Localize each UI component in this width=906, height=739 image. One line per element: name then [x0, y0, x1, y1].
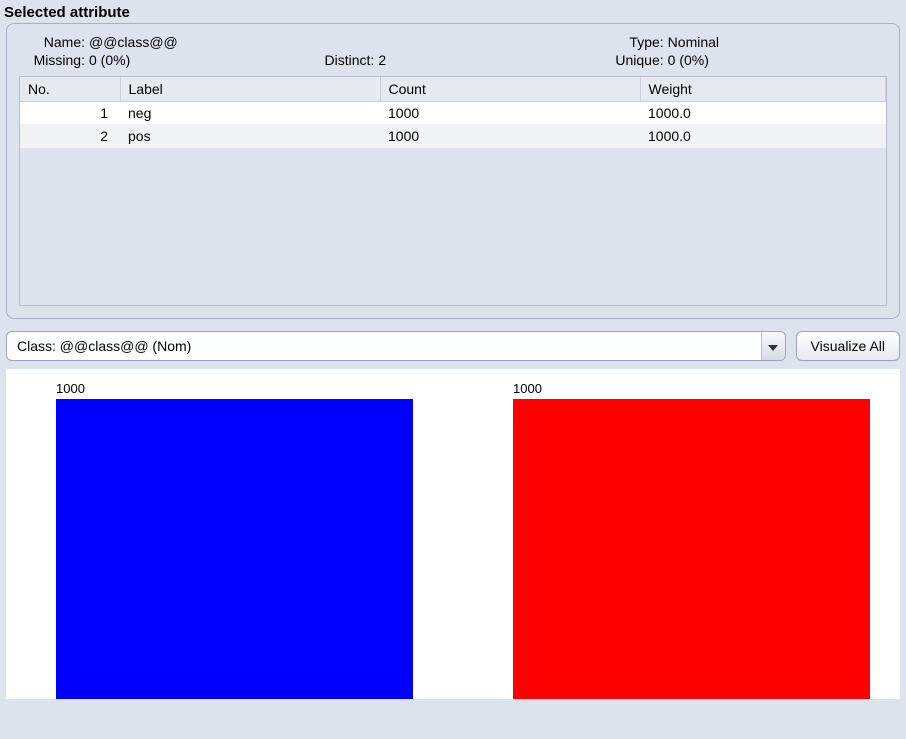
header-no[interactable]: No.	[20, 77, 120, 102]
meta-missing: Missing: 0 (0%)	[19, 52, 308, 68]
panel-title: Selected attribute	[0, 0, 906, 23]
header-count[interactable]: Count	[380, 77, 640, 102]
table-row[interactable]: 2 pos 1000 1000.0	[20, 125, 886, 148]
header-weight[interactable]: Weight	[640, 77, 886, 102]
attribute-table-container: No. Label Count Weight 1 neg 1000 1000.0…	[19, 76, 887, 306]
cell-weight: 1000.0	[640, 125, 886, 148]
meta-unique-value: 0 (0%)	[668, 52, 709, 68]
meta-distinct-label: Distinct:	[308, 52, 378, 68]
histogram-bar: 1000	[56, 399, 413, 699]
cell-no: 1	[20, 102, 120, 125]
meta-type: Type: Nominal	[598, 34, 887, 50]
visualize-all-label: Visualize All	[811, 338, 885, 354]
cell-label: neg	[120, 102, 380, 125]
cell-count: 1000	[380, 102, 640, 125]
table-row[interactable]: 1 neg 1000 1000.0	[20, 102, 886, 125]
bar-rect-neg	[56, 399, 413, 699]
meta-name: Name: @@class@@	[19, 34, 598, 50]
meta-type-label: Type:	[598, 34, 668, 50]
controls-row: Class: @@class@@ (Nom) Visualize All	[0, 325, 906, 361]
meta-missing-value: 0 (0%)	[89, 52, 130, 68]
cell-label: pos	[120, 125, 380, 148]
attribute-table[interactable]: No. Label Count Weight 1 neg 1000 1000.0…	[20, 77, 886, 148]
cell-count: 1000	[380, 125, 640, 148]
bar-value-label: 1000	[513, 381, 542, 396]
class-selector-text: Class: @@class@@ (Nom)	[17, 338, 761, 354]
meta-distinct-value: 2	[378, 52, 386, 68]
meta-missing-label: Missing:	[19, 52, 89, 68]
chevron-down-icon	[768, 338, 778, 354]
meta-unique: Unique: 0 (0%)	[598, 52, 887, 68]
cell-no: 2	[20, 125, 120, 148]
meta-name-value: @@class@@	[89, 34, 178, 50]
header-label[interactable]: Label	[120, 77, 380, 102]
cell-weight: 1000.0	[640, 102, 886, 125]
meta-row-1: Name: @@class@@ Type: Nominal	[19, 34, 887, 50]
meta-unique-label: Unique:	[598, 52, 668, 68]
class-selector[interactable]: Class: @@class@@ (Nom)	[6, 331, 786, 361]
bar-rect-pos	[513, 399, 870, 699]
table-header-row: No. Label Count Weight	[20, 77, 886, 102]
bar-value-label: 1000	[56, 381, 85, 396]
selected-attribute-panel: Name: @@class@@ Type: Nominal Missing: 0…	[6, 23, 900, 319]
meta-name-label: Name:	[19, 34, 89, 50]
meta-row-2: Missing: 0 (0%) Distinct: 2 Unique: 0 (0…	[19, 52, 887, 68]
histogram-bar: 1000	[513, 399, 870, 699]
histogram-chart: 1000 1000	[6, 369, 900, 699]
meta-type-value: Nominal	[668, 34, 719, 50]
visualize-all-button[interactable]: Visualize All	[796, 331, 900, 361]
class-selector-dropdown-button[interactable]	[761, 332, 785, 360]
meta-distinct: Distinct: 2	[308, 52, 597, 68]
